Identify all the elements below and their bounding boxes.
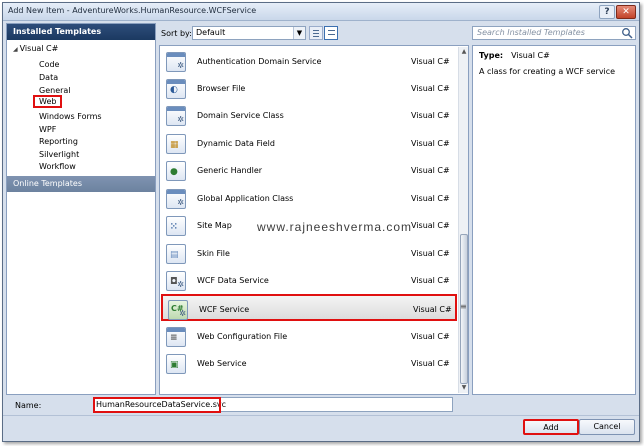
template-name: Skin File [197,249,230,258]
tree-item-web-label: Web [33,95,63,108]
template-row-dynamic-data-field[interactable]: ▦ Dynamic Data Field Visual C# [161,130,457,157]
type-value: Visual C# [511,51,550,60]
tree-item-code[interactable]: Code [39,60,59,69]
template-language: Visual C# [413,305,452,314]
tree-root-visual-csharp[interactable]: ◢ Visual C# [13,44,58,53]
template-language: Visual C# [411,249,450,258]
wcf-data-service-icon: ◘ ✲ [166,271,186,291]
type-label: Type: [479,51,504,60]
web-service-icon: ▣ [166,354,186,374]
template-language: Visual C# [411,221,450,230]
close-button[interactable]: ✕ [616,5,636,19]
tree-item-workflow[interactable]: Workflow [39,162,76,171]
web-config-icon: ≡ [166,327,186,347]
large-icons-view-button[interactable] [324,26,338,40]
global-application-class-icon: ✲ [166,189,186,209]
scroll-up-icon[interactable]: ▲ [459,47,469,57]
cancel-button[interactable]: Cancel [579,419,635,435]
template-row-authentication-domain-service[interactable]: ✲ Authentication Domain Service Visual C… [161,48,457,75]
template-row-web-service[interactable]: ▣ Web Service Visual C# [161,350,457,377]
tree-root-label: Visual C# [19,44,59,53]
template-row-global-application-class[interactable]: ✲ Global Application Class Visual C# [161,185,457,212]
small-icons-view-button[interactable] [309,26,323,40]
type-line: Type: Visual C# [479,51,550,60]
list-scrollbar[interactable]: ▲ ▼ [458,47,468,393]
add-new-item-dialog: Add New Item - AdventureWorks.HumanResou… [2,2,640,442]
template-description: A class for creating a WCF service [479,67,616,76]
template-name: Dynamic Data Field [197,139,275,148]
search-input[interactable]: Search Installed Templates [472,26,636,40]
watermark-text: www.rajneeshverma.com [257,220,413,234]
template-row-browser-file[interactable]: ◐ Browser File Visual C# [161,75,457,102]
footer-divider [3,415,639,416]
list-toolbar: Sort by: Default ▼ [159,23,469,43]
sort-by-label: Sort by: [161,29,192,38]
name-field-highlight [93,397,221,413]
template-categories-pane: Installed Templates ◢ Visual C# Code Data… [6,23,156,395]
template-row-wcf-data-service[interactable]: ◘ ✲ WCF Data Service Visual C# [161,267,457,294]
domain-service-class-icon: ✲ [166,106,186,126]
tree-item-windows-forms[interactable]: Windows Forms [39,112,102,121]
template-name: WCF Service [199,305,250,314]
resize-grip-icon[interactable]: ≡ [460,302,467,311]
template-details-pane: Type: Visual C# A class for creating a WC… [472,45,636,395]
generic-handler-icon: ● [166,161,186,181]
tree-item-silverlight[interactable]: Silverlight [39,150,79,159]
domain-service-icon: ✲ [166,52,186,72]
search-placeholder: Search Installed Templates [477,28,585,37]
window-title: Add New Item - AdventureWorks.HumanResou… [8,6,257,15]
template-row-skin-file[interactable]: ▤ Skin File Visual C# [161,240,457,267]
template-name: Global Application Class [197,194,294,203]
chevron-down-icon[interactable]: ▼ [293,27,305,39]
installed-templates-header[interactable]: Installed Templates [7,24,155,40]
search-icon[interactable] [621,27,633,39]
skin-file-icon: ▤ [166,244,186,264]
title-bar[interactable]: Add New Item - AdventureWorks.HumanResou… [3,3,639,21]
template-language: Visual C# [411,139,450,148]
dynamic-data-field-icon: ▦ [166,134,186,154]
template-name: Authentication Domain Service [197,57,322,66]
template-name: Web Service [197,359,247,368]
template-language: Visual C# [411,194,450,203]
template-row-generic-handler[interactable]: ● Generic Handler Visual C# [161,157,457,184]
template-name: WCF Data Service [197,276,269,285]
site-map-icon: ⁙ [166,216,186,236]
tree-item-data[interactable]: Data [39,73,58,82]
tree-item-general[interactable]: General [39,86,71,95]
template-name: Domain Service Class [197,111,284,120]
tree-item-wpf[interactable]: WPF [39,125,56,134]
template-language: Visual C# [411,111,450,120]
template-row-domain-service-class[interactable]: ✲ Domain Service Class Visual C# [161,102,457,129]
sort-by-value: Default [196,28,226,37]
template-row-web-configuration-file[interactable]: ≡ Web Configuration File Visual C# [161,323,457,350]
help-button[interactable]: ? [599,5,615,19]
tree-item-web[interactable]: Web [33,95,63,108]
template-name: Browser File [197,84,246,93]
template-name: Web Configuration File [197,332,288,341]
online-templates-header[interactable]: Online Templates [7,176,155,192]
tree-item-reporting[interactable]: Reporting [39,137,78,146]
add-button[interactable]: Add [523,419,579,435]
collapse-arrow-icon[interactable]: ◢ [13,46,18,53]
template-language: Visual C# [411,276,450,285]
template-language: Visual C# [411,166,450,175]
wcf-service-icon: C# ✲ [168,300,188,320]
template-name: Site Map [197,221,232,230]
template-row-wcf-service[interactable]: C# ✲ WCF Service Visual C# [161,294,457,321]
sort-by-select[interactable]: Default ▼ [192,26,306,40]
template-language: Visual C# [411,332,450,341]
template-language: Visual C# [411,84,450,93]
scroll-down-icon[interactable]: ▼ [459,383,469,393]
template-name: Generic Handler [197,166,263,175]
template-language: Visual C# [411,359,450,368]
name-label: Name: [15,401,42,410]
template-language: Visual C# [411,57,450,66]
browser-file-icon: ◐ [166,79,186,99]
